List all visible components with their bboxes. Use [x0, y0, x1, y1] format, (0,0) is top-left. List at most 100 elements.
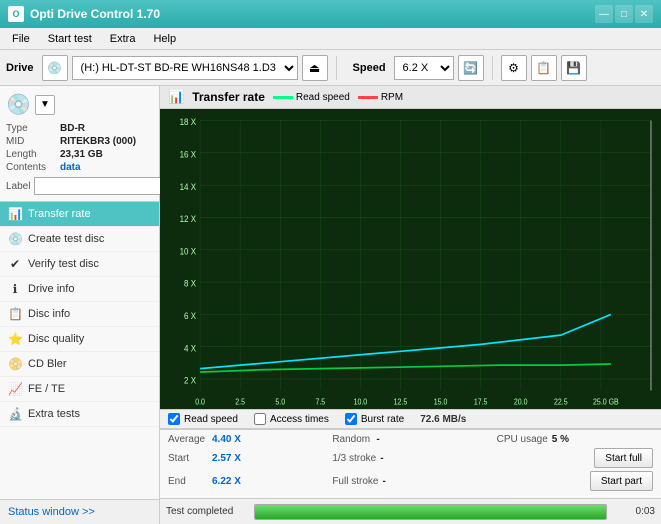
svg-text:6 X: 6 X	[184, 310, 196, 321]
start-part-group: Start part	[497, 471, 653, 491]
nav-extra-tests-label: Extra tests	[28, 408, 80, 420]
menu-start-test[interactable]: Start test	[40, 31, 100, 47]
nav-fe-te[interactable]: 📈 FE / TE	[0, 377, 159, 402]
full-stroke-label: Full stroke	[332, 476, 378, 487]
nav-disc-quality-label: Disc quality	[28, 333, 84, 345]
info-button[interactable]: 📋	[531, 55, 557, 81]
svg-text:2.5: 2.5	[235, 397, 245, 407]
nav-extra-tests[interactable]: 🔬 Extra tests	[0, 402, 159, 427]
burst-rate-checkbox[interactable]	[345, 413, 357, 425]
progress-track	[254, 504, 607, 520]
nav-cd-bler[interactable]: 📀 CD Bler	[0, 352, 159, 377]
start-value: 2.57 X	[212, 453, 241, 464]
chart-title-bar: 📊 Transfer rate Read speed RPM	[160, 86, 661, 109]
avg-group: Average 4.40 X	[168, 434, 324, 445]
start-part-button[interactable]: Start part	[590, 471, 653, 491]
disc-quality-icon: ⭐	[8, 332, 22, 346]
length-value: 23,31 GB	[60, 149, 103, 160]
read-speed-checkbox[interactable]	[168, 413, 180, 425]
access-times-checkbox[interactable]	[254, 413, 266, 425]
app-icon: O	[8, 6, 24, 22]
speed-label: Speed	[353, 62, 386, 74]
drive-selector[interactable]: (H:) HL-DT-ST BD-RE WH16NS48 1.D3	[72, 56, 298, 80]
type-value: BD-R	[60, 123, 85, 134]
verify-test-disc-icon: ✔	[8, 257, 22, 271]
cpu-value: 5 %	[552, 434, 569, 445]
chart-svg: 18 X 16 X 14 X 12 X 10 X 8 X 6 X 4 X 2 X…	[160, 109, 661, 409]
cpu-label: CPU usage	[497, 434, 548, 445]
disc-icon: 💿	[6, 92, 31, 117]
transfer-rate-icon: 📊	[8, 207, 22, 221]
disc-info-icon: 📋	[8, 307, 22, 321]
stroke-1-3-value: -	[380, 453, 383, 464]
label-key: Label	[6, 181, 30, 192]
access-times-checkbox-label: Access times	[270, 414, 329, 425]
svg-text:22.5: 22.5	[554, 397, 568, 407]
random-label: Random	[332, 434, 372, 445]
stats-row-1: Average 4.40 X Random - CPU usage 5 %	[168, 434, 653, 445]
contents-key: Contents	[6, 162, 56, 173]
fe-te-icon: 📈	[8, 382, 22, 396]
title-bar: O Opti Drive Control 1.70 — □ ✕	[0, 0, 661, 28]
menu-extra[interactable]: Extra	[102, 31, 144, 47]
main-area: 💿 ▼ Type BD-R MID RITEKBR3 (000) Length …	[0, 86, 661, 524]
nav-disc-info[interactable]: 📋 Disc info	[0, 302, 159, 327]
drive-info-icon: ℹ	[8, 282, 22, 296]
maximize-button[interactable]: □	[615, 5, 633, 23]
burst-rate-checkbox-item[interactable]: Burst rate	[345, 413, 404, 425]
read-speed-checkbox-label: Read speed	[184, 414, 238, 425]
type-key: Type	[6, 123, 56, 134]
close-button[interactable]: ✕	[635, 5, 653, 23]
end-value: 6.22 X	[212, 476, 241, 487]
svg-text:10.0: 10.0	[354, 397, 368, 407]
content-area: 📊 Transfer rate Read speed RPM	[160, 86, 661, 524]
label-input[interactable]	[34, 177, 172, 195]
chart-area: 18 X 16 X 14 X 12 X 10 X 8 X 6 X 4 X 2 X…	[160, 109, 661, 409]
nav-create-test-disc[interactable]: 💿 Create test disc	[0, 227, 159, 252]
read-speed-checkbox-item[interactable]: Read speed	[168, 413, 238, 425]
disc-panel: 💿 ▼ Type BD-R MID RITEKBR3 (000) Length …	[0, 86, 159, 202]
disc-options-button[interactable]: ▼	[35, 95, 55, 115]
random-group: Random -	[332, 434, 488, 445]
chart-title-text: Transfer rate	[192, 90, 265, 104]
status-window-button[interactable]: Status window >>	[0, 499, 159, 524]
svg-text:25.0 GB: 25.0 GB	[593, 397, 619, 407]
nav-disc-info-label: Disc info	[28, 308, 70, 320]
nav-create-test-disc-label: Create test disc	[28, 233, 104, 245]
full-stroke-value: -	[382, 476, 385, 487]
nav-disc-quality[interactable]: ⭐ Disc quality	[0, 327, 159, 352]
speed-selector[interactable]: 6.2 X	[394, 56, 454, 80]
nav-drive-info-label: Drive info	[28, 283, 74, 295]
window-title: Opti Drive Control 1.70	[30, 7, 160, 21]
nav-verify-test-disc[interactable]: ✔ Verify test disc	[0, 252, 159, 277]
svg-text:0.0: 0.0	[195, 397, 205, 407]
refresh-button[interactable]: 🔄	[458, 55, 484, 81]
nav-transfer-rate[interactable]: 📊 Transfer rate	[0, 202, 159, 227]
start-full-button[interactable]: Start full	[594, 448, 653, 468]
avg-label: Average	[168, 434, 208, 445]
sidebar: 💿 ▼ Type BD-R MID RITEKBR3 (000) Length …	[0, 86, 160, 524]
rpm-legend: RPM	[358, 92, 403, 103]
minimize-button[interactable]: —	[595, 5, 613, 23]
svg-text:12 X: 12 X	[180, 214, 197, 225]
svg-text:16 X: 16 X	[180, 149, 197, 160]
svg-text:17.5: 17.5	[474, 397, 488, 407]
burst-rate-value: 72.6 MB/s	[420, 414, 466, 425]
settings-button[interactable]: ⚙	[501, 55, 527, 81]
contents-value[interactable]: data	[60, 162, 81, 173]
menu-help[interactable]: Help	[145, 31, 184, 47]
read-speed-color	[273, 96, 293, 99]
svg-text:20.0: 20.0	[514, 397, 528, 407]
svg-text:10 X: 10 X	[180, 246, 197, 257]
stats-panel: Average 4.40 X Random - CPU usage 5 % St…	[160, 429, 661, 498]
eject-button[interactable]: ⏏	[302, 55, 328, 81]
nav-drive-info[interactable]: ℹ Drive info	[0, 277, 159, 302]
length-key: Length	[6, 149, 56, 160]
save-button[interactable]: 💾	[561, 55, 587, 81]
access-times-checkbox-item[interactable]: Access times	[254, 413, 329, 425]
menu-file[interactable]: File	[4, 31, 38, 47]
end-label: End	[168, 476, 208, 487]
svg-text:12.5: 12.5	[394, 397, 408, 407]
extra-tests-icon: 🔬	[8, 407, 22, 421]
svg-text:7.5: 7.5	[315, 397, 325, 407]
